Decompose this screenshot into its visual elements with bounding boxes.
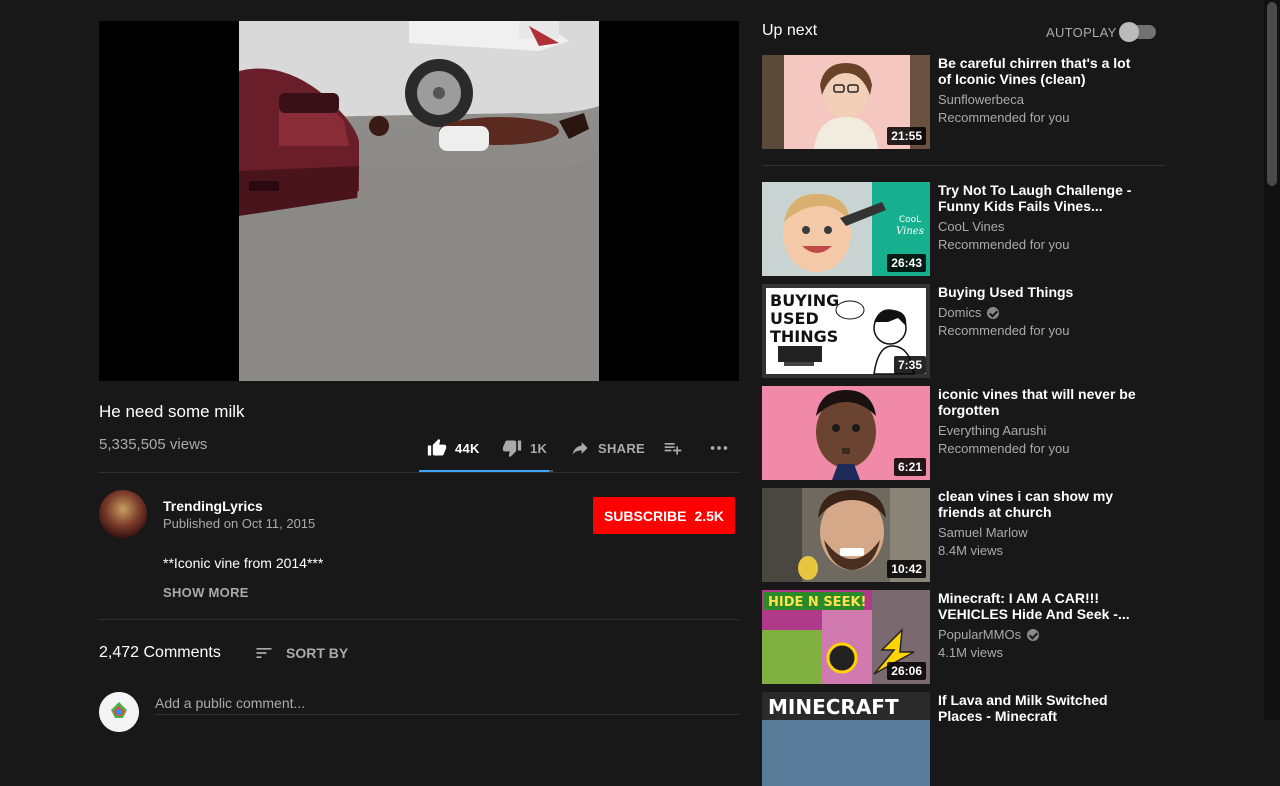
more-actions-button[interactable] [708,436,730,460]
video-title: iconic vines that will never be forgotte… [938,386,1136,418]
channel-name: Sunflowerbeca [938,92,1024,107]
comment-count: 2,472 Comments [99,644,221,661]
channel-name: CooL Vines [938,219,1005,234]
thumbnail-text: BUYING [770,291,839,310]
channel-name-text: Samuel Marlow [938,525,1028,540]
channel-name-text: Everything Aarushi [938,423,1047,438]
video-title: If Lava and Milk Switched Places - Minec… [938,692,1108,724]
scrollbar-thumb[interactable] [1267,2,1277,186]
verified-icon [1027,628,1040,641]
video-thumbnail[interactable]: CooL Vines 26:43 [762,182,930,276]
recommended-video[interactable]: MINECRAFT If Lava and Milk Switched Plac… [762,692,1182,786]
like-count: 44K [455,440,480,456]
channel-name-text: Sunflowerbeca [938,92,1024,107]
thumbnail-text: HIDE N SEEK! [768,595,866,610]
up-next-heading: Up next [762,22,818,39]
like-icon [427,438,447,456]
share-label: SHARE [598,440,646,456]
channel-name-text: CooL Vines [938,219,1005,234]
recommended-video[interactable]: 6:21 iconic vines that will never be for… [762,386,1182,480]
video-duration: 6:21 [893,458,926,476]
comment-input[interactable] [155,692,739,715]
divider [762,165,1165,166]
view-count: 5,335,505 views [99,436,208,453]
autoplay-label: AUTOPLAY [1046,25,1117,40]
video-frame-image [239,21,599,381]
video-meta: Recommended for you [938,110,1070,125]
show-more-button[interactable]: SHOW MORE [163,585,249,600]
video-thumbnail[interactable]: MINECRAFT [762,692,930,786]
video-duration: 10:42 [887,560,926,578]
video-thumbnail[interactable]: HIDE N SEEK! 26:06 [762,590,930,684]
user-avatar [99,692,139,732]
video-frame [239,21,599,381]
video-duration: 26:06 [887,662,926,680]
recommended-video[interactable]: 21:55 Be careful chirren that's a lot of… [762,55,1182,149]
recommended-video[interactable]: BUYING USED THINGS 7:35 Buying Used Thin… [762,284,1182,378]
autoplay-toggle-knob [1119,22,1139,42]
video-title: Minecraft: I AM A CAR!!! VEHICLES Hide A… [938,590,1130,622]
video-thumbnail[interactable]: BUYING USED THINGS 7:35 [762,284,930,378]
recommended-video[interactable]: HIDE N SEEK! 26:06 Minecraft: I AM A CAR… [762,590,1182,684]
divider [99,619,739,620]
more-icon [710,446,728,450]
channel-avatar[interactable] [99,490,147,538]
thumbnail-text: Vines [896,226,924,237]
video-duration: 26:43 [887,254,926,272]
video-duration: 7:35 [893,356,926,374]
add-to-playlist-icon [664,443,682,455]
recommended-video[interactable]: 10:42 clean vines i can show my friends … [762,488,1182,582]
share-button[interactable]: SHARE [570,436,645,460]
video-thumbnail[interactable]: 10:42 [762,488,930,582]
channel-name[interactable]: TrendingLyrics [163,498,263,514]
page-scrollbar[interactable] [1264,0,1280,720]
verified-icon [987,306,1000,319]
video-meta: Recommended for you [938,237,1070,252]
sort-label: SORT BY [286,645,349,661]
subscriber-count: 2.5K [694,507,725,524]
channel-name: Samuel Marlow [938,525,1028,540]
dislike-count: 1K [530,440,548,456]
video-title: He need some milk [99,402,245,421]
share-icon [572,442,588,455]
video-title: Be careful chirren that's a lot of Iconi… [938,55,1131,87]
video-title: clean vines i can show my friends at chu… [938,488,1114,520]
video-description: **Iconic vine from 2014*** [163,555,324,571]
thumbnail-text: THINGS [770,327,838,346]
video-duration: 21:55 [887,127,926,145]
video-thumbnail[interactable]: 6:21 [762,386,930,480]
thumbnail-text: CooL [899,215,921,225]
video-player[interactable] [99,21,739,381]
sort-icon [256,648,272,658]
sort-by-button[interactable]: SORT BY [254,643,348,663]
video-meta: 8.4M views [938,543,1004,558]
channel-name-text: Domics [938,305,982,320]
thumbnail-text: USED [770,309,819,328]
recommended-video[interactable]: CooL Vines 26:43 Try Not To Laugh Challe… [762,182,1182,276]
divider [99,472,739,473]
channel-name: PopularMMOs [938,627,1040,642]
video-title: Buying Used Things [938,284,1074,300]
publish-date: Published on Oct 11, 2015 [163,516,316,531]
thumbnail-text: MINECRAFT [768,695,899,719]
video-thumbnail[interactable]: 21:55 [762,55,930,149]
video-title: Try Not To Laugh Challenge - Funny Kids … [938,182,1132,214]
video-meta: 4.1M views [938,645,1004,660]
user-avatar-image [99,692,139,732]
video-meta: Recommended for you [938,441,1070,456]
channel-name: Everything Aarushi [938,423,1046,438]
dislike-button[interactable]: 1K [502,436,547,460]
channel-name: Domics [938,305,1000,320]
like-button[interactable]: 44K [427,436,480,460]
add-to-playlist-button[interactable] [663,436,683,460]
subscribe-button[interactable]: SUBSCRIBE 2.5K [593,497,735,534]
thumbnail-image: MINECRAFT [762,692,930,786]
subscribe-label: SUBSCRIBE [603,507,687,524]
autoplay-toggle[interactable] [1119,22,1156,42]
dislike-icon [502,440,522,458]
video-meta: Recommended for you [938,323,1070,338]
channel-name-text: PopularMMOs [938,627,1022,642]
